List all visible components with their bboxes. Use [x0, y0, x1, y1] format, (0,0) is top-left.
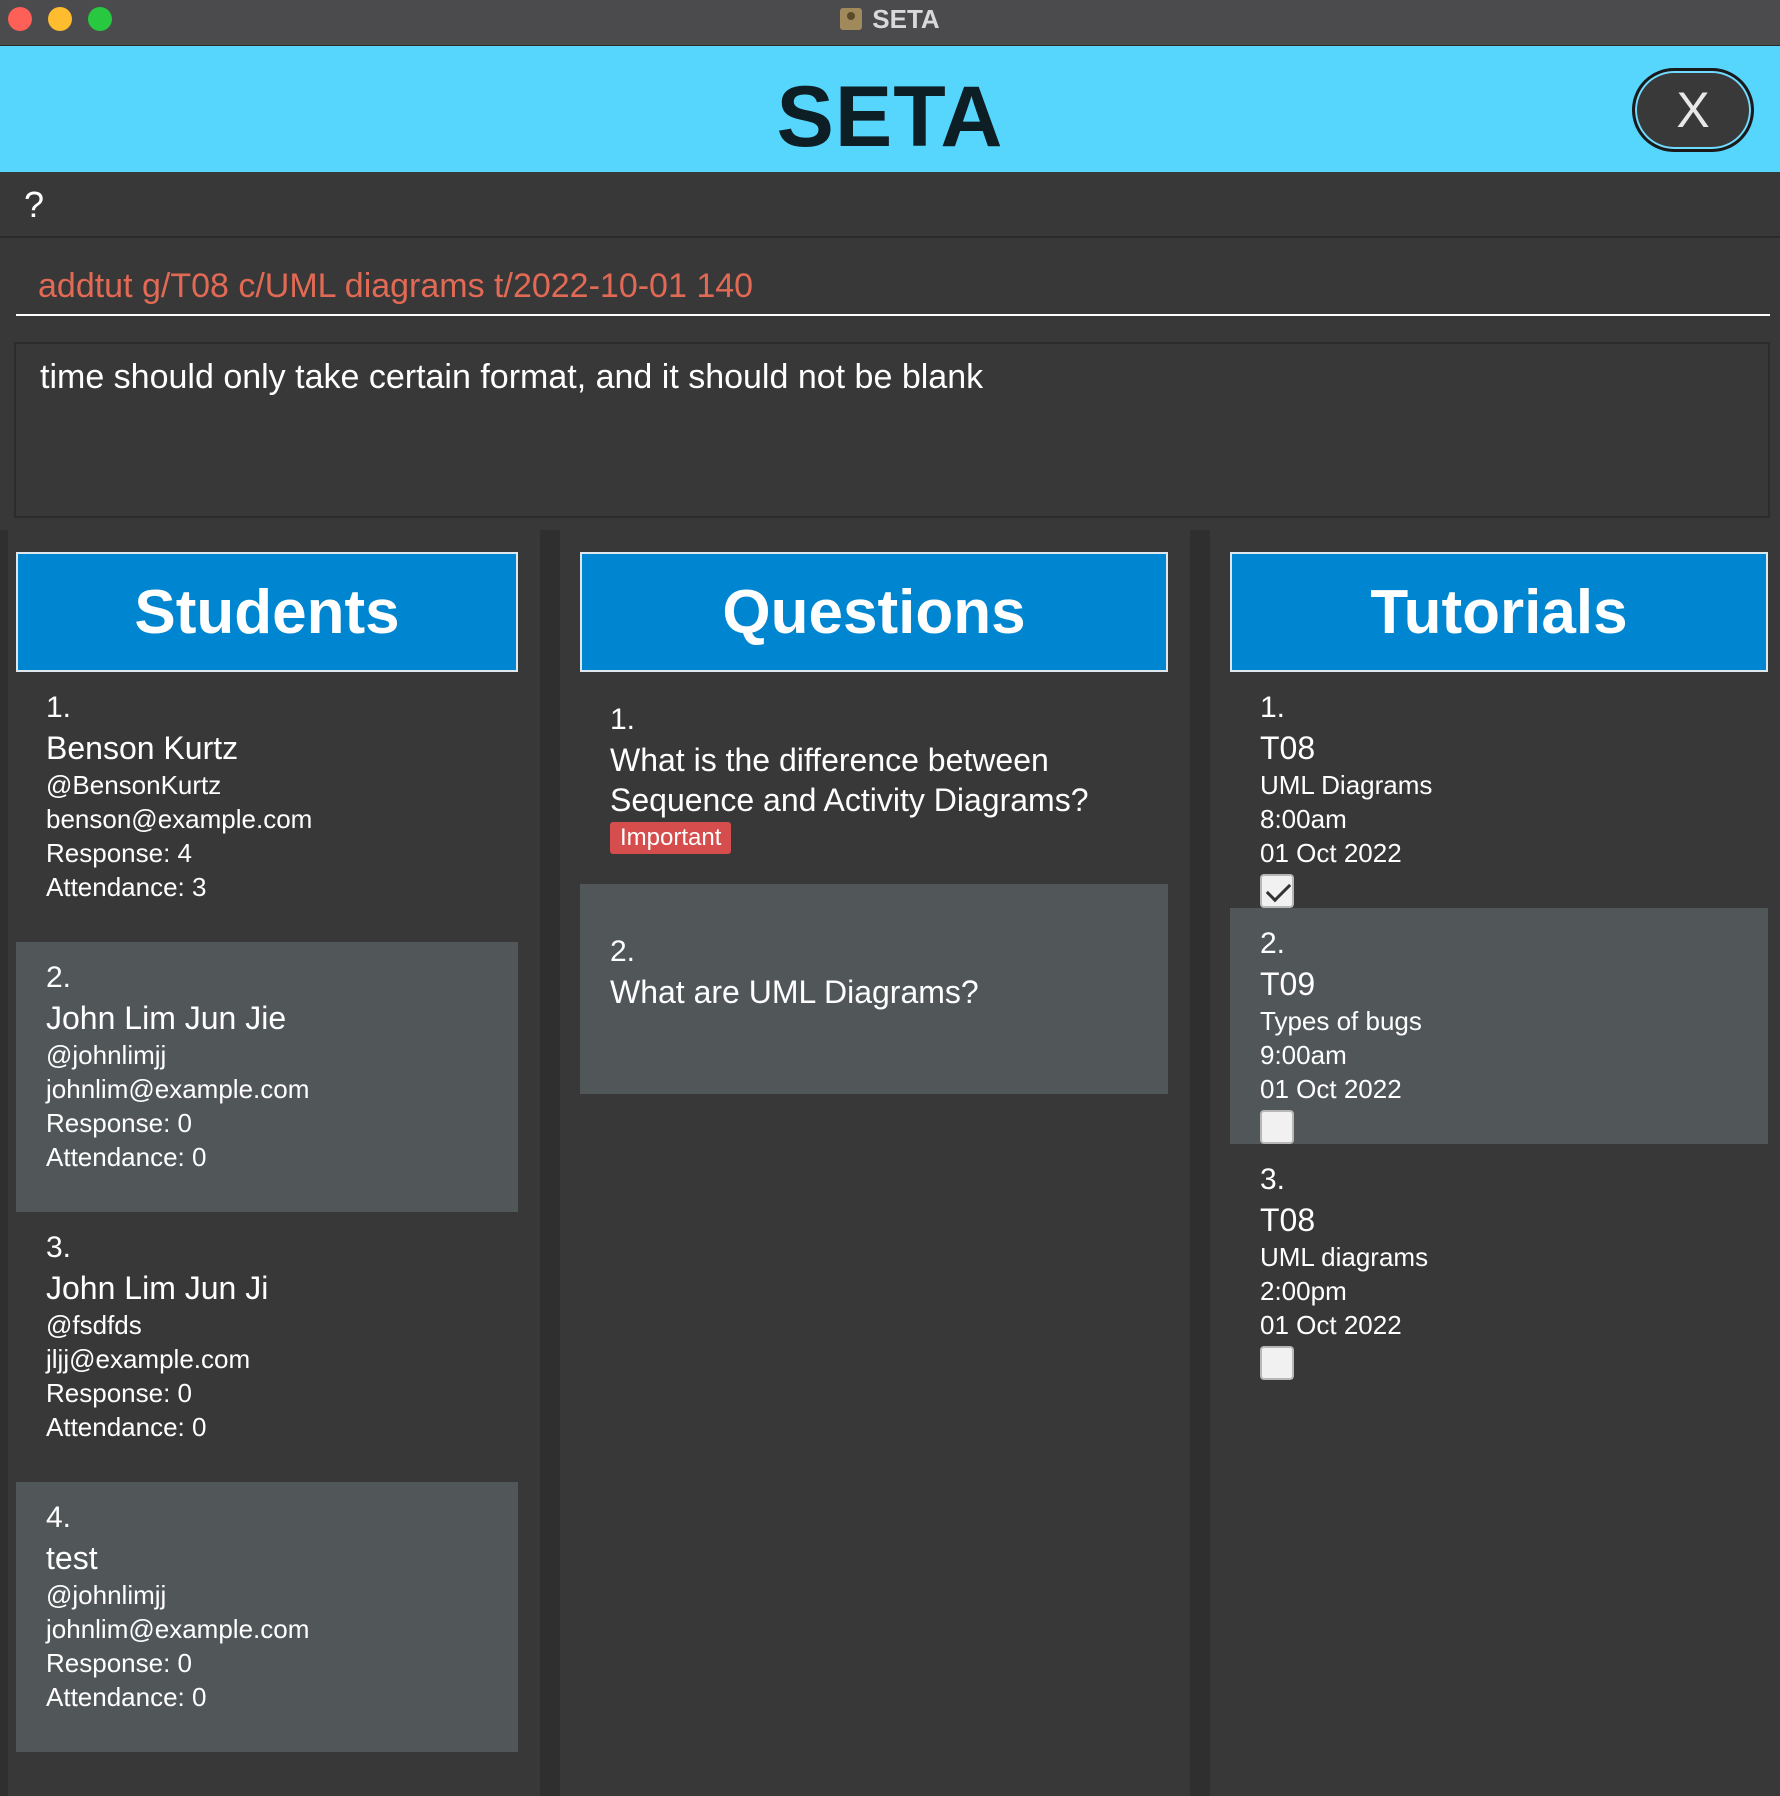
window-titlebar: SETA: [0, 0, 1780, 46]
tutorial-group: T09: [1260, 966, 1316, 1002]
student-email: jljj@example.com: [46, 1344, 251, 1374]
tutorial-date: 01 Oct 2022: [1260, 838, 1402, 868]
tutorial-date: 01 Oct 2022: [1260, 1074, 1402, 1104]
result-display: time should only take certain format, an…: [14, 342, 1770, 518]
student-name: John Lim Jun Jie: [46, 1000, 287, 1036]
tutorial-group: T08: [1260, 1202, 1316, 1238]
tutorial-group: T08: [1260, 730, 1316, 766]
tutorials-header: Tutorials: [1230, 552, 1768, 672]
tutorial-done-checkbox[interactable]: [1260, 1110, 1294, 1144]
tutorial-done-checkbox[interactable]: [1260, 1346, 1294, 1380]
tutorial-content: Types of bugs: [1260, 1006, 1422, 1036]
exit-button[interactable]: X: [1632, 68, 1754, 152]
student-name: test: [46, 1540, 98, 1576]
panel-divider: [0, 530, 8, 1796]
command-box: [0, 238, 1780, 330]
students-panel: Students 1. Benson Kurtz @BensonKurtz be…: [16, 552, 518, 1752]
student-email: johnlim@example.com: [46, 1614, 310, 1644]
tutorial-card[interactable]: 3. T08 UML diagrams 2:00pm 01 Oct 2022: [1230, 1144, 1768, 1380]
result-text: time should only take certain format, an…: [40, 358, 984, 396]
student-email: johnlim@example.com: [46, 1074, 310, 1104]
window-title-text: SETA: [872, 4, 940, 34]
tutorial-card[interactable]: 2. T09 Types of bugs 9:00am 01 Oct 2022: [1230, 908, 1768, 1144]
student-telegram: @johnlimjj: [46, 1040, 167, 1070]
student-name: Benson Kurtz: [46, 730, 239, 766]
question-index: 2.: [610, 935, 636, 968]
questions-panel: Questions 1. What is the difference betw…: [580, 552, 1168, 1094]
tutorials-panel: Tutorials 1. T08 UML Diagrams 8:00am 01 …: [1230, 552, 1768, 1380]
question-index: 1.: [610, 703, 636, 736]
student-telegram: @fsdfds: [46, 1310, 142, 1340]
tutorial-date: 01 Oct 2022: [1260, 1310, 1402, 1340]
question-card[interactable]: 1. What is the difference between Sequen…: [580, 672, 1168, 884]
student-response: Response: 0: [46, 1648, 192, 1678]
panel-divider[interactable]: [1190, 530, 1210, 1796]
tutorial-done-checkbox[interactable]: [1260, 874, 1294, 908]
menu-bar: ?: [0, 172, 1780, 238]
command-input[interactable]: [16, 258, 1770, 316]
question-card[interactable]: 2. What are UML Diagrams?: [580, 884, 1168, 1094]
help-button[interactable]: ?: [24, 184, 44, 226]
tutorial-index: 2.: [1260, 927, 1286, 960]
student-telegram: @johnlimjj: [46, 1580, 167, 1610]
question-text: What are UML Diagrams?: [610, 974, 979, 1010]
app-header: SETA X: [0, 46, 1780, 172]
student-index: 4.: [46, 1501, 72, 1534]
student-index: 3.: [46, 1231, 72, 1264]
student-response: Response: 0: [46, 1108, 192, 1138]
tutorial-index: 3.: [1260, 1163, 1286, 1196]
student-attendance: Attendance: 3: [46, 872, 207, 902]
questions-header: Questions: [580, 552, 1168, 672]
tutorial-time: 8:00am: [1260, 804, 1347, 834]
app-icon: [840, 8, 863, 30]
student-attendance: Attendance: 0: [46, 1142, 207, 1172]
student-attendance: Attendance: 0: [46, 1682, 207, 1712]
important-tag: Important: [610, 822, 732, 854]
question-text: What is the difference between Sequence …: [610, 742, 1089, 818]
students-header: Students: [16, 552, 518, 672]
student-telegram: @BensonKurtz: [46, 770, 222, 800]
student-response: Response: 0: [46, 1378, 192, 1408]
window-title: SETA: [0, 4, 1780, 35]
student-index: 1.: [46, 691, 72, 724]
student-card[interactable]: 2. John Lim Jun Jie @johnlimjj johnlim@e…: [16, 942, 518, 1212]
student-card[interactable]: 4. test @johnlimjj johnlim@example.com R…: [16, 1482, 518, 1752]
tutorial-card[interactable]: 1. T08 UML Diagrams 8:00am 01 Oct 2022: [1230, 672, 1768, 908]
student-index: 2.: [46, 961, 72, 994]
student-name: John Lim Jun Ji: [46, 1270, 269, 1306]
student-email: benson@example.com: [46, 804, 313, 834]
student-attendance: Attendance: 0: [46, 1412, 207, 1442]
tutorial-time: 9:00am: [1260, 1040, 1347, 1070]
app-title: SETA: [776, 69, 1004, 165]
tutorial-index: 1.: [1260, 691, 1286, 724]
panel-divider[interactable]: [540, 530, 560, 1796]
tutorial-time: 2:00pm: [1260, 1276, 1347, 1306]
student-card[interactable]: 1. Benson Kurtz @BensonKurtz benson@exam…: [16, 672, 518, 942]
student-card[interactable]: 3. John Lim Jun Ji @fsdfds jljj@example.…: [16, 1212, 518, 1482]
student-response: Response: 4: [46, 838, 192, 868]
tutorial-content: UML diagrams: [1260, 1242, 1429, 1272]
tutorial-content: UML Diagrams: [1260, 770, 1433, 800]
